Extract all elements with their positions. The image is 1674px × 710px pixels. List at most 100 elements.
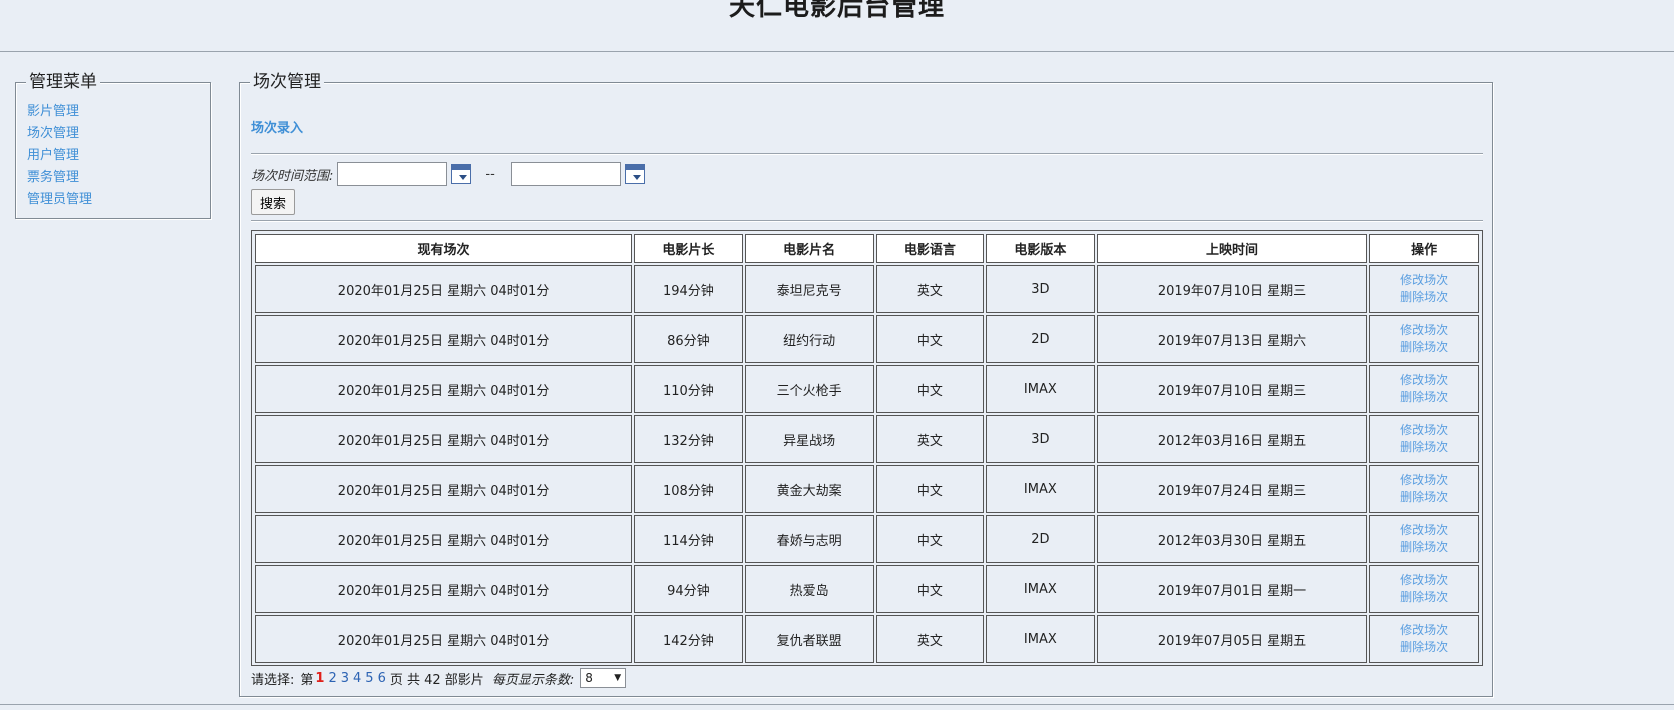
menu-item-user[interactable]: 用户管理 <box>27 145 92 167</box>
name-cell: 黄金大劫案 <box>744 465 874 513</box>
table-row: 2020年01月25日 星期六 04时01分 110分钟 三个火枪手 中文 IM… <box>255 365 1479 413</box>
end-date-input[interactable] <box>510 162 621 186</box>
length-cell: 108分钟 <box>634 465 743 513</box>
column-header: 电影片名 <box>744 234 874 263</box>
table-row: 2020年01月25日 星期六 04时01分 132分钟 异星战场 英文 3D … <box>255 415 1479 463</box>
release-cell: 2019年07月13日 星期六 <box>1096 315 1368 363</box>
language-cell: 中文 <box>875 365 985 413</box>
menu-item-session[interactable]: 场次管理 <box>27 123 92 145</box>
length-cell: 110分钟 <box>634 365 743 413</box>
name-cell: 复仇者联盟 <box>744 615 874 663</box>
pagination-prefix: 第 <box>300 672 314 688</box>
add-session-link[interactable]: 场次录入 <box>251 117 303 136</box>
name-cell: 三个火枪手 <box>744 365 874 413</box>
language-cell: 英文 <box>875 615 985 663</box>
app-header: 天仁电影后台管理 <box>0 0 1674 52</box>
page-link[interactable]: 5 <box>365 671 373 686</box>
actions-cell: 修改场次 删除场次 <box>1369 265 1479 313</box>
release-cell: 2012年03月30日 星期五 <box>1096 515 1368 563</box>
menu-item-film[interactable]: 影片管理 <box>27 101 92 123</box>
length-cell: 194分钟 <box>634 265 743 313</box>
session-cell: 2020年01月25日 星期六 04时01分 <box>255 265 633 313</box>
menu-item-admin[interactable]: 管理员管理 <box>27 189 92 211</box>
per-page-value: 8 <box>585 671 593 685</box>
page-link[interactable]: 2 <box>328 671 336 686</box>
calendar-icon[interactable] <box>451 164 472 184</box>
language-cell: 中文 <box>875 465 985 513</box>
language-cell: 中文 <box>875 565 985 613</box>
start-date-input[interactable] <box>337 162 448 186</box>
edit-session-link[interactable]: 修改场次 <box>1370 522 1478 539</box>
version-cell: IMAX <box>986 365 1095 413</box>
language-cell: 中文 <box>875 315 985 363</box>
name-cell: 热爱岛 <box>744 565 874 613</box>
schedule-table: 现有场次 电影片长 电影片名 电影语言 电影版本 上映时间 操作 2020年01… <box>253 232 1481 665</box>
edit-session-link[interactable]: 修改场次 <box>1370 422 1478 439</box>
edit-session-link[interactable]: 修改场次 <box>1370 272 1478 289</box>
length-cell: 142分钟 <box>634 615 743 663</box>
edit-session-link[interactable]: 修改场次 <box>1370 322 1478 339</box>
delete-session-link[interactable]: 删除场次 <box>1370 639 1478 656</box>
page-link[interactable]: 6 <box>378 671 386 686</box>
release-cell: 2019年07月24日 星期三 <box>1096 465 1368 513</box>
divider <box>0 704 1674 705</box>
column-header: 操作 <box>1369 234 1479 263</box>
page-link[interactable]: 3 <box>341 671 349 686</box>
menu-panel: 管理菜单 影片管理 场次管理 用户管理 票务管理 管理员管理 <box>15 72 211 219</box>
language-cell: 英文 <box>875 415 985 463</box>
menu-item-ticket[interactable]: 票务管理 <box>27 167 92 189</box>
delete-session-link[interactable]: 删除场次 <box>1370 439 1478 456</box>
length-cell: 132分钟 <box>634 415 743 463</box>
edit-session-link[interactable]: 修改场次 <box>1370 572 1478 589</box>
table-row: 2020年01月25日 星期六 04时01分 114分钟 春娇与志明 中文 2D… <box>255 515 1479 563</box>
version-cell: 2D <box>986 315 1095 363</box>
menu-legend: 管理菜单 <box>26 72 100 92</box>
edit-session-link[interactable]: 修改场次 <box>1370 472 1478 489</box>
release-cell: 2019年07月10日 星期三 <box>1096 365 1368 413</box>
main-panel: 场次管理 场次录入 场次时间范围: -- 搜索 现有场次 电影片长 电影片名 电… <box>239 72 1493 697</box>
delete-session-link[interactable]: 删除场次 <box>1370 589 1478 606</box>
name-cell: 异星战场 <box>744 415 874 463</box>
actions-cell: 修改场次 删除场次 <box>1369 515 1479 563</box>
time-range-label: 场次时间范围: <box>251 168 334 184</box>
session-cell: 2020年01月25日 星期六 04时01分 <box>255 415 633 463</box>
session-cell: 2020年01月25日 星期六 04时01分 <box>255 615 633 663</box>
column-header: 电影版本 <box>986 234 1095 263</box>
pagination-suffix: 页 共 42 部影片 <box>389 672 484 688</box>
session-cell: 2020年01月25日 星期六 04时01分 <box>255 565 633 613</box>
table-row: 2020年01月25日 星期六 04时01分 142分钟 复仇者联盟 英文 IM… <box>255 615 1479 663</box>
divider <box>251 153 1483 155</box>
calendar-icon[interactable] <box>624 164 645 184</box>
actions-cell: 修改场次 删除场次 <box>1369 465 1479 513</box>
search-button[interactable]: 搜索 <box>251 189 296 215</box>
per-page-select[interactable]: 8 ▼ <box>580 668 627 688</box>
column-header: 现有场次 <box>255 234 633 263</box>
version-cell: 2D <box>986 515 1095 563</box>
actions-cell: 修改场次 删除场次 <box>1369 615 1479 663</box>
length-cell: 94分钟 <box>634 565 743 613</box>
menu-list: 影片管理 场次管理 用户管理 票务管理 管理员管理 <box>27 101 92 211</box>
delete-session-link[interactable]: 删除场次 <box>1370 489 1478 506</box>
version-cell: 3D <box>986 265 1095 313</box>
table-row: 2020年01月25日 星期六 04时01分 86分钟 纽约行动 中文 2D 2… <box>255 315 1479 363</box>
page-link[interactable]: 4 <box>353 671 361 686</box>
name-cell: 纽约行动 <box>744 315 874 363</box>
delete-session-link[interactable]: 删除场次 <box>1370 539 1478 556</box>
name-cell: 春娇与志明 <box>744 515 874 563</box>
schedule-table-wrap: 现有场次 电影片长 电影片名 电影语言 电影版本 上映时间 操作 2020年01… <box>251 230 1483 666</box>
delete-session-link[interactable]: 删除场次 <box>1370 339 1478 356</box>
table-row: 2020年01月25日 星期六 04时01分 94分钟 热爱岛 中文 IMAX … <box>255 565 1479 613</box>
release-cell: 2019年07月05日 星期五 <box>1096 615 1368 663</box>
delete-session-link[interactable]: 删除场次 <box>1370 289 1478 306</box>
table-header-row: 现有场次 电影片长 电影片名 电影语言 电影版本 上映时间 操作 <box>255 234 1479 263</box>
edit-session-link[interactable]: 修改场次 <box>1370 372 1478 389</box>
edit-session-link[interactable]: 修改场次 <box>1370 622 1478 639</box>
release-cell: 2019年07月10日 星期三 <box>1096 265 1368 313</box>
length-cell: 86分钟 <box>634 315 743 363</box>
actions-cell: 修改场次 删除场次 <box>1369 365 1479 413</box>
range-separator: -- <box>485 166 495 182</box>
page-link-current[interactable]: 1 <box>315 671 324 686</box>
delete-session-link[interactable]: 删除场次 <box>1370 389 1478 406</box>
release-cell: 2019年07月01日 星期一 <box>1096 565 1368 613</box>
language-cell: 英文 <box>875 265 985 313</box>
